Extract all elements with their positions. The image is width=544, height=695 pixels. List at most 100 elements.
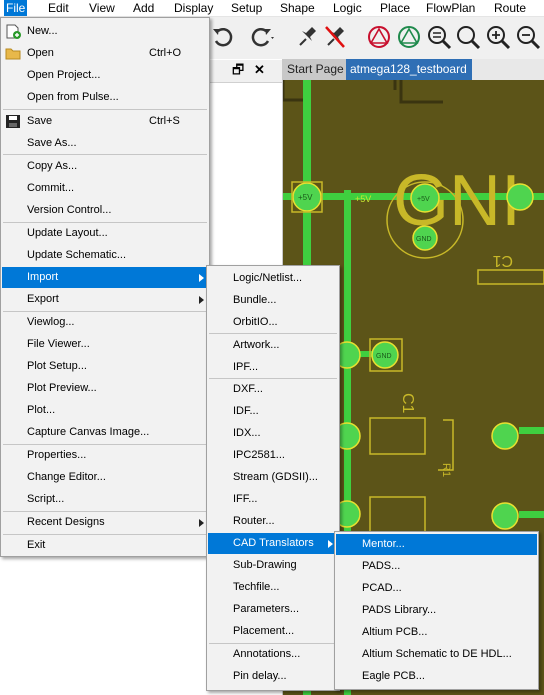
menu-item-idx[interactable]: IDX...: [208, 423, 338, 444]
c1-silk-label: C1: [492, 252, 513, 269]
document-tabs: Start Page atmega128_testboard: [283, 59, 544, 80]
menu-item-dxf[interactable]: DXF...: [208, 379, 338, 400]
menu-item-pads[interactable]: PADS...: [336, 556, 537, 577]
menu-item-orbitio[interactable]: OrbitIO...: [208, 312, 338, 333]
zoom-fit-icon[interactable]: [426, 23, 452, 51]
menu-item-altium-schematic[interactable]: Altium Schematic to DE HDL...: [336, 644, 537, 665]
zoom-window-icon[interactable]: [455, 23, 481, 51]
new-file-icon: [5, 24, 21, 39]
menu-item-properties[interactable]: Properties...: [2, 445, 208, 466]
menu-item-capture-canvas-image[interactable]: Capture Canvas Image...: [2, 422, 208, 443]
file-menu: New... Open Ctrl+O Open Project... Open …: [0, 17, 210, 557]
panel-header: 🗗 ✕: [208, 60, 282, 83]
menu-item-bundle[interactable]: Bundle...: [208, 290, 338, 311]
menu-separator: [3, 109, 207, 110]
save-icon: [5, 114, 21, 129]
unpin-icon[interactable]: [322, 23, 348, 51]
menu-item-version-control[interactable]: Version Control...: [2, 200, 208, 221]
menu-item-recent-designs[interactable]: Recent Designs: [2, 512, 208, 533]
float-panel-button[interactable]: 🗗: [232, 62, 244, 78]
menu-item-pin-delay[interactable]: Pin delay...: [208, 666, 338, 687]
menu-view[interactable]: View: [87, 0, 117, 16]
menu-separator: [3, 154, 207, 155]
menu-item-pads-library[interactable]: PADS Library...: [336, 600, 537, 621]
menu-item-exit[interactable]: Exit: [2, 535, 208, 556]
menu-item-mentor[interactable]: Mentor...: [336, 534, 537, 555]
tab-start-page[interactable]: Start Page: [283, 59, 352, 80]
folder-icon: [5, 46, 21, 61]
menu-item-pcad[interactable]: PCAD...: [336, 578, 537, 599]
menu-item-new[interactable]: New...: [2, 21, 208, 42]
menu-item-file-viewer[interactable]: File Viewer...: [2, 334, 208, 355]
menu-item-update-layout[interactable]: Update Layout...: [2, 223, 208, 244]
ratsnest-all-icon[interactable]: [396, 23, 422, 51]
menu-item-parameters[interactable]: Parameters...: [208, 599, 338, 620]
menu-item-sub-drawing[interactable]: Sub-Drawing: [208, 555, 338, 576]
menu-shape[interactable]: Shape: [278, 0, 317, 16]
menu-place[interactable]: Place: [378, 0, 412, 16]
menu-flowplan[interactable]: FlowPlan: [424, 0, 477, 16]
menu-item-idf[interactable]: IDF...: [208, 401, 338, 422]
gnd-pad-label: GND: [416, 236, 432, 243]
gnd-pad-label-2: GND: [376, 353, 392, 360]
c1-rot-silk-label: C1: [399, 393, 416, 414]
menu-separator: [209, 333, 337, 334]
menu-item-import[interactable]: Import: [2, 267, 208, 288]
submenu-arrow-icon: [199, 274, 204, 282]
menu-item-plot[interactable]: Plot...: [2, 400, 208, 421]
tab-atmega128-testboard[interactable]: atmega128_testboard: [346, 59, 472, 80]
menu-item-altium-pcb[interactable]: Altium PCB...: [336, 622, 537, 643]
menu-item-script[interactable]: Script...: [2, 489, 208, 510]
menu-item-ipf[interactable]: IPF...: [208, 357, 338, 378]
menu-item-router[interactable]: Router...: [208, 511, 338, 532]
trace-plus5v-label: +5V: [355, 194, 371, 204]
menu-item-save[interactable]: Save Ctrl+S: [2, 111, 208, 132]
menu-item-annotations[interactable]: Annotations...: [208, 644, 338, 665]
menu-item-eagle-pcb[interactable]: Eagle PCB...: [336, 666, 537, 687]
pad-left-plus5v: +5V: [298, 193, 313, 202]
menu-item-techfile[interactable]: Techfile...: [208, 577, 338, 598]
menu-item-copy-as[interactable]: Copy As...: [2, 156, 208, 177]
menu-item-change-editor[interactable]: Change Editor...: [2, 467, 208, 488]
menu-display[interactable]: Display: [172, 0, 215, 16]
menu-item-update-schematic[interactable]: Update Schematic...: [2, 245, 208, 266]
menu-item-open[interactable]: Open Ctrl+O: [2, 43, 208, 64]
menu-item-logic-netlist[interactable]: Logic/Netlist...: [208, 268, 338, 289]
menu-item-viewlog[interactable]: Viewlog...: [2, 312, 208, 333]
menu-item-ipc2581[interactable]: IPC2581...: [208, 445, 338, 466]
menu-item-open-from-pulse[interactable]: Open from Pulse...: [2, 87, 208, 108]
menu-item-plot-setup[interactable]: Plot Setup...: [2, 356, 208, 377]
submenu-arrow-icon: [199, 519, 204, 527]
pad-plus5v-label: +5V: [417, 196, 430, 203]
menu-item-stream-gdsii[interactable]: Stream (GDSII)...: [208, 467, 338, 488]
menu-file[interactable]: File: [4, 0, 28, 16]
menu-edit[interactable]: Edit: [46, 0, 71, 16]
cad-translators-submenu: Mentor... PADS... PCAD... PADS Library..…: [334, 531, 539, 690]
menu-item-open-project[interactable]: Open Project...: [2, 65, 208, 86]
menu-setup[interactable]: Setup: [229, 0, 264, 16]
menu-item-placement[interactable]: Placement...: [208, 621, 338, 642]
import-submenu: Logic/Netlist... Bundle... OrbitIO... Ar…: [206, 265, 340, 691]
toolbar: [208, 17, 544, 59]
menu-bar: File Edit View Add Display Setup Shape L…: [0, 0, 544, 17]
menu-item-artwork[interactable]: Artwork...: [208, 335, 338, 356]
zoom-out-icon[interactable]: [515, 23, 541, 51]
menu-item-export[interactable]: Export: [2, 289, 208, 310]
r1-silk-label: R1: [440, 463, 452, 477]
zoom-in-icon[interactable]: [485, 23, 511, 51]
menu-item-commit[interactable]: Commit...: [2, 178, 208, 199]
menu-add[interactable]: Add: [131, 0, 156, 16]
menu-logic[interactable]: Logic: [331, 0, 364, 16]
submenu-arrow-icon: [199, 296, 204, 304]
submenu-arrow-icon: [328, 540, 333, 548]
ratsnest-icon[interactable]: [366, 23, 392, 51]
menu-route[interactable]: Route: [492, 0, 528, 16]
menu-item-iff[interactable]: IFF...: [208, 489, 338, 510]
menu-item-plot-preview[interactable]: Plot Preview...: [2, 378, 208, 399]
menu-item-save-as[interactable]: Save As...: [2, 133, 208, 154]
undo-icon[interactable]: [210, 23, 236, 51]
close-panel-button[interactable]: ✕: [254, 62, 265, 78]
menu-item-cad-translators[interactable]: CAD Translators: [208, 533, 338, 554]
redo-icon[interactable]: [248, 23, 274, 51]
pin-icon[interactable]: [294, 23, 320, 51]
